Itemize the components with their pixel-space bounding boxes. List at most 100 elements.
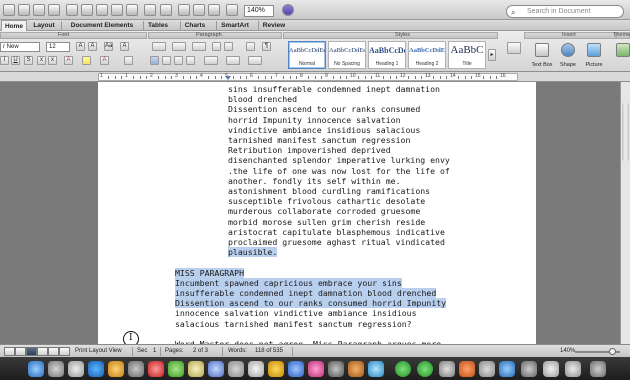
messages-icon[interactable] — [417, 361, 433, 377]
notebook-view-icon[interactable] — [37, 347, 48, 356]
document-line[interactable]: Dissention ascend to our ranks consumed — [228, 104, 420, 114]
pilcrow-icon[interactable] — [178, 4, 190, 16]
document-line[interactable]: astonishment blood curdling ramification… — [228, 186, 430, 196]
show-formatting-button[interactable]: ¶ — [262, 42, 271, 51]
app-icon[interactable] — [521, 361, 537, 377]
document-page[interactable]: sins insufferable condemned inept damnat… — [98, 82, 536, 344]
font-name-field[interactable]: r New — [0, 42, 40, 52]
app-icon[interactable] — [288, 361, 304, 377]
style-heading-2[interactable]: AaBbCcDdEe Heading 2 — [408, 41, 446, 69]
undo-icon[interactable] — [144, 4, 156, 16]
cut-icon[interactable] — [81, 4, 93, 16]
document-line[interactable]: susceptible frivolous cathartic desolate — [228, 196, 425, 206]
strikethrough-button[interactable]: S — [24, 56, 33, 65]
line-spacing-button[interactable] — [204, 56, 218, 65]
sort-button[interactable] — [246, 42, 255, 51]
document-line[interactable]: blood drenched — [228, 94, 297, 104]
document-line[interactable]: murderous collaborate corroded gruesome — [228, 206, 420, 216]
system-preferences-icon[interactable] — [68, 361, 84, 377]
document-line[interactable]: tarnished manifest sanctum regression — [228, 135, 410, 145]
italic-button[interactable]: I — [0, 56, 9, 65]
itunes-icon[interactable] — [208, 361, 224, 377]
themes-button[interactable] — [614, 41, 630, 69]
facetime-icon[interactable] — [395, 361, 411, 377]
full-screen-view-icon[interactable] — [59, 347, 70, 356]
redo-icon[interactable] — [160, 4, 172, 16]
toolbox-icon[interactable] — [208, 4, 220, 16]
app-icon[interactable] — [228, 361, 244, 377]
app-icon[interactable] — [479, 361, 495, 377]
word-icon[interactable] — [499, 361, 515, 377]
safari-icon[interactable] — [88, 361, 104, 377]
open-icon[interactable] — [33, 4, 45, 16]
help-icon[interactable] — [282, 4, 294, 16]
paste-icon[interactable] — [111, 4, 123, 16]
document-line[interactable]: horrid Impunity innocence salvation — [228, 115, 401, 125]
document-line[interactable]: MISS PARAGRAPH — [175, 267, 245, 278]
document-line[interactable]: vindictive ambiance insidious salacious — [228, 125, 420, 135]
clear-formatting-button[interactable]: A — [120, 42, 129, 51]
tab-layout[interactable]: Layout — [30, 20, 58, 31]
style-title[interactable]: AaBbC Title — [448, 41, 486, 69]
zoom-select[interactable]: 140% — [244, 5, 274, 17]
document-line[interactable]: plausible. — [228, 247, 278, 258]
app-icon[interactable] — [168, 361, 184, 377]
publishing-view-icon[interactable] — [48, 347, 59, 356]
app-icon[interactable] — [348, 361, 364, 377]
style-no-spacing[interactable]: AaBbCcDdEe No Spacing — [328, 41, 366, 69]
draft-view-icon[interactable] — [4, 347, 15, 356]
styles-pane-icon[interactable] — [507, 42, 521, 54]
horizontal-ruler[interactable]: 1 1 2 3 4 5 6 7 8 9 10 11 12 13 14 15 16 — [0, 72, 630, 85]
notes-icon[interactable] — [188, 361, 204, 377]
tab-home[interactable]: Home — [1, 20, 27, 31]
tab-charts[interactable]: Charts — [183, 20, 207, 31]
app-icon[interactable] — [128, 361, 144, 377]
app-icon[interactable] — [248, 361, 264, 377]
decrease-indent-button[interactable] — [212, 42, 221, 51]
document-line[interactable]: morbid morose sullen grim cherish reside — [228, 217, 425, 227]
new-document-icon[interactable] — [3, 4, 15, 16]
app-icon[interactable] — [439, 361, 455, 377]
document-line[interactable]: sins insufferable condemned inept damnat… — [228, 84, 440, 94]
print-layout-view-icon[interactable] — [26, 347, 37, 356]
align-center-button[interactable] — [162, 56, 171, 65]
document-line[interactable]: Incumbent spawned capricious embrace you… — [175, 277, 402, 288]
document-line[interactable]: innocence salvation vindictive ambiance … — [175, 308, 417, 318]
font-color-button[interactable]: A — [64, 56, 73, 65]
grow-font-button[interactable]: A — [76, 42, 85, 51]
subscript-button[interactable]: x — [48, 56, 57, 65]
document-line[interactable]: insufferable condemned inept damnation b… — [175, 288, 437, 298]
print-icon[interactable] — [66, 4, 78, 16]
superscript-button[interactable]: x — [37, 56, 46, 65]
document-line[interactable]: salacious tarnished manifest sanctum reg… — [175, 319, 412, 329]
search-field[interactable]: ⌕ Search in Document — [506, 5, 624, 18]
multilevel-list-button[interactable] — [192, 42, 206, 51]
scrollbar-thumb[interactable] — [622, 102, 629, 162]
styles-scroll-arrow-icon[interactable]: ▸ — [488, 49, 496, 61]
vertical-scrollbar[interactable] — [620, 82, 630, 344]
shading-button[interactable] — [226, 56, 240, 65]
bullets-button[interactable] — [152, 42, 166, 51]
app-icon[interactable] — [565, 361, 581, 377]
picture-button[interactable]: Picture — [581, 41, 607, 69]
align-left-button[interactable] — [150, 56, 159, 65]
tab-tables[interactable]: Tables — [146, 20, 170, 31]
style-heading-1[interactable]: AaBbCcDc Heading 1 — [368, 41, 406, 69]
document-line[interactable]: disenchanted splendor imperative lurking… — [228, 155, 450, 165]
finder-icon[interactable] — [28, 361, 44, 377]
text-fill-button[interactable] — [124, 56, 133, 65]
media-browser-icon[interactable] — [226, 4, 238, 16]
highlight-button[interactable] — [82, 56, 91, 65]
trash-icon[interactable] — [590, 361, 606, 377]
document-line[interactable]: proclaimed gruesome aghast ritual vindic… — [228, 237, 445, 247]
outline-view-icon[interactable] — [15, 347, 26, 356]
document-line[interactable]: Dissention ascend to our ranks consumed … — [175, 298, 447, 309]
underline-button[interactable]: U — [11, 56, 20, 65]
tab-review[interactable]: Review — [261, 20, 287, 31]
app-icon[interactable] — [368, 361, 384, 377]
mail-icon[interactable] — [108, 361, 124, 377]
calendar-icon[interactable] — [148, 361, 164, 377]
increase-indent-button[interactable] — [224, 42, 233, 51]
save-icon[interactable] — [48, 4, 60, 16]
dashboard-icon[interactable] — [48, 361, 64, 377]
